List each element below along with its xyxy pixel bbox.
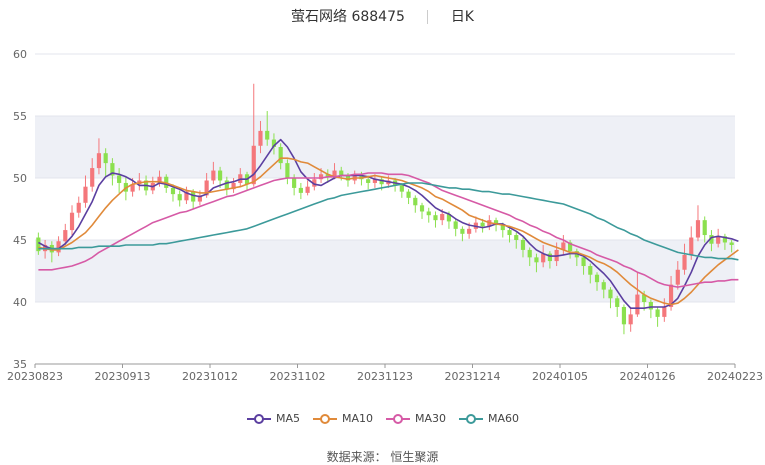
legend-item-ma30[interactable]: MA30: [385, 412, 446, 425]
candle-body: [655, 309, 660, 317]
candle-body: [224, 180, 229, 190]
candle-body: [480, 222, 485, 227]
legend-item-ma10[interactable]: MA10: [312, 412, 373, 425]
legend-label: MA10: [341, 412, 373, 425]
candle-body: [662, 306, 667, 317]
candle-body: [191, 191, 196, 202]
x-tick-label: 20230823: [7, 370, 63, 383]
candle-body: [648, 302, 653, 310]
candle-body: [675, 269, 680, 285]
grid-band: [35, 116, 735, 178]
candle-body: [258, 130, 263, 146]
data-source: 数据来源： 恒生聚源: [0, 448, 765, 465]
candle-body: [621, 306, 627, 325]
legend-swatch-marker: [393, 414, 403, 424]
candle-body: [419, 205, 425, 212]
candle-body: [265, 130, 270, 140]
candle-body: [594, 274, 600, 283]
candle-body: [413, 197, 418, 206]
candle-body: [628, 314, 633, 325]
legend-item-ma5[interactable]: MA5: [246, 412, 300, 425]
x-tick-label: 20240223: [707, 370, 763, 383]
legend-label: MA60: [488, 412, 520, 425]
legend-swatch-icon: [386, 414, 410, 424]
legend-swatch-marker: [319, 414, 330, 424]
candle-body: [103, 153, 108, 164]
candle-body: [285, 163, 290, 178]
x-tick-label: 20240126: [620, 370, 676, 383]
candle-body: [292, 178, 297, 188]
source-label: 数据来源：: [326, 450, 387, 464]
candle-body: [90, 168, 95, 187]
candle-body: [278, 147, 283, 164]
candle-body: [366, 179, 371, 183]
candle-body: [426, 211, 431, 216]
x-tick-label: 20231214: [445, 370, 501, 383]
candle-body: [682, 254, 687, 270]
candle-body: [211, 170, 216, 181]
candle-body: [117, 175, 122, 183]
candle-body: [305, 186, 310, 193]
candle-body: [635, 294, 640, 315]
y-tick-label: 50: [13, 172, 27, 185]
candle-body: [702, 220, 707, 236]
candle-body: [76, 202, 81, 213]
x-tick-label: 20230913: [95, 370, 151, 383]
candle-body: [406, 191, 411, 198]
candle-body: [601, 282, 606, 290]
candlestick-chart: 35404550556020230823 20230913 20231012 2023…: [7, 48, 763, 383]
y-tick-label: 40: [13, 296, 27, 309]
candle-body: [399, 185, 404, 192]
candle-body: [689, 237, 694, 255]
legend-swatch-icon: [459, 414, 484, 424]
x-tick-label: 20240105: [532, 370, 588, 383]
legend-label: MA30: [415, 412, 447, 425]
legend-swatch-marker: [253, 414, 264, 424]
source-provider: 恒生聚源: [390, 450, 439, 464]
candle-body: [588, 266, 593, 275]
candle-body: [96, 153, 102, 169]
candle-body: [251, 145, 256, 185]
candle-body: [467, 228, 472, 234]
candle-body: [170, 187, 176, 195]
candle-body: [534, 257, 539, 263]
legend-swatch-icon: [246, 414, 271, 424]
candle-body: [608, 289, 613, 299]
candle-body: [218, 170, 223, 181]
y-tick-label: 45: [13, 234, 27, 247]
candle-body: [83, 186, 88, 203]
y-tick-label: 60: [13, 48, 27, 61]
candle-body: [69, 212, 75, 231]
candle-body: [581, 257, 586, 267]
candle-body: [514, 235, 519, 240]
candle-body: [63, 230, 68, 242]
y-tick-label: 55: [13, 110, 27, 123]
candle-body: [453, 221, 458, 229]
candle-body: [695, 220, 701, 238]
candle-body: [433, 215, 438, 221]
x-tick-label: 20231012: [182, 370, 238, 383]
candle-body: [298, 187, 303, 193]
legend-swatch-icon: [312, 414, 337, 424]
candle-body: [460, 228, 465, 234]
candle-body: [615, 298, 620, 307]
legend-swatch-marker: [466, 414, 477, 424]
legend-item-ma60[interactable]: MA60: [458, 412, 519, 425]
chart-legend: MA5 MA10 MA30 MA60: [0, 412, 765, 425]
candle-body: [177, 194, 182, 201]
x-tick-label: 20231123: [357, 370, 413, 383]
candle-body: [729, 242, 734, 245]
legend-label: MA5: [275, 412, 300, 425]
candle-body: [527, 249, 532, 258]
x-tick-label: 20231102: [270, 370, 326, 383]
candle-body: [507, 230, 512, 236]
candle-body: [520, 240, 526, 250]
grid-band: [35, 240, 735, 302]
candle-body: [440, 213, 445, 221]
candle-body: [716, 236, 721, 244]
